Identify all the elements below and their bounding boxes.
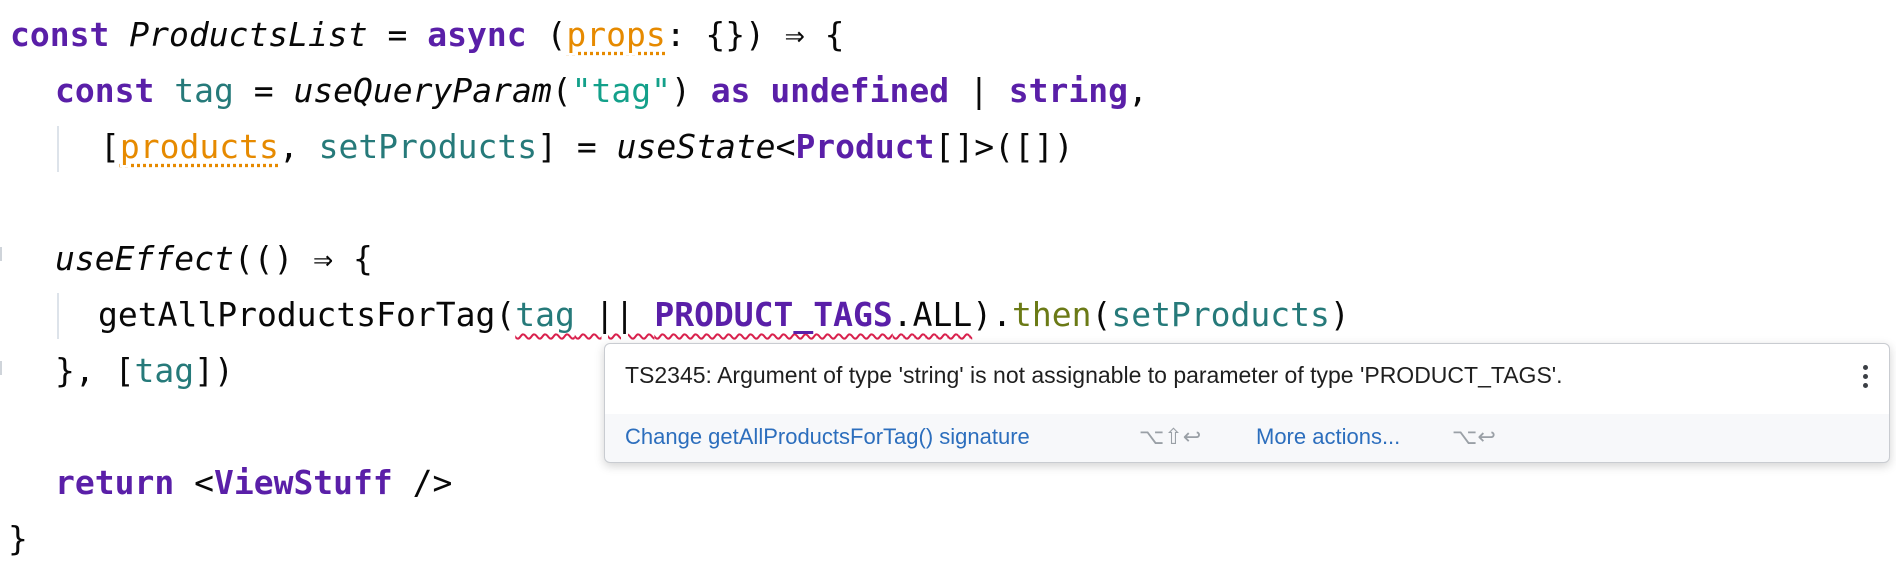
comma: , xyxy=(1127,71,1148,110)
method-then[interactable]: then xyxy=(1012,295,1091,334)
code-line-10[interactable]: } xyxy=(8,517,28,561)
code-line-7[interactable]: }, [tag]) xyxy=(55,349,234,393)
bracket: [ xyxy=(100,127,120,166)
paren: ( xyxy=(526,15,567,54)
paren: ) xyxy=(670,71,711,110)
fn-use-state[interactable]: useState xyxy=(617,127,776,166)
code-line-9[interactable]: return <ViewStuff /> xyxy=(55,461,452,505)
paren: ( xyxy=(1091,295,1112,334)
string-literal: "tag" xyxy=(571,71,671,110)
more-actions-link[interactable]: More actions... xyxy=(1256,424,1400,450)
fn-use-query-param[interactable]: useQueryParam xyxy=(293,71,551,110)
var-tag[interactable]: tag xyxy=(174,71,234,110)
paren: ( xyxy=(551,71,572,110)
component-name: ProductsList xyxy=(129,15,368,54)
enum-product-tags[interactable]: PRODUCT_TAGS xyxy=(654,295,892,334)
keyword-const: const xyxy=(55,71,155,110)
keyword-undefined: undefined xyxy=(770,71,950,110)
jsx-open: < xyxy=(174,463,214,502)
operator-or: || xyxy=(574,295,655,334)
paren: ). xyxy=(972,295,1012,334)
param-props[interactable]: props xyxy=(566,15,665,54)
code-line-1[interactable]: const ProductsList = async (props: {}) ⇒… xyxy=(10,13,845,57)
var-set-products[interactable]: setProducts xyxy=(319,127,538,166)
component-view-stuff[interactable]: ViewStuff xyxy=(214,463,393,502)
operator-pipe: | xyxy=(949,71,1009,110)
enum-member-all[interactable]: .ALL xyxy=(893,295,972,334)
error-tooltip[interactable]: TS2345: Argument of type 'string' is not… xyxy=(604,343,1890,463)
operator: = xyxy=(367,15,428,54)
code-line-3[interactable]: [products, setProducts] = useState<Produ… xyxy=(100,125,1074,169)
code-line-5[interactable]: useEffect(() ⇒ { xyxy=(55,237,373,281)
more-actions-shortcut: ⌥↩ xyxy=(1452,424,1496,449)
arrow-fn: (() ⇒ { xyxy=(233,239,373,278)
jsx-close: /> xyxy=(392,463,453,502)
keyword-as: as xyxy=(710,71,751,110)
paren: ( xyxy=(495,295,516,334)
generic-open: < xyxy=(775,127,796,166)
var-tag[interactable]: tag xyxy=(134,351,194,390)
keyword-string: string xyxy=(1008,71,1128,110)
deps-close: ]) xyxy=(194,351,234,390)
code-editor[interactable]: const ProductsList = async (props: {}) ⇒… xyxy=(0,0,1896,574)
indent-guide xyxy=(57,293,59,339)
generic-rest: []>([]) xyxy=(934,127,1074,166)
signature-rest: : {}) ⇒ { xyxy=(665,15,845,54)
operator: ] = xyxy=(537,127,617,166)
keyword-return: return xyxy=(55,463,175,502)
fold-marker[interactable] xyxy=(0,247,8,261)
error-message: TS2345: Argument of type 'string' is not… xyxy=(625,362,1563,388)
quick-actions: Change getAllProductsForTag() signature … xyxy=(605,414,1889,462)
change-signature-shortcut: ⌥⇧↩ xyxy=(1139,424,1202,449)
keyword-const: const xyxy=(10,15,110,54)
fn-get-all-products-for-tag[interactable]: getAllProductsForTag xyxy=(98,295,495,334)
var-set-products[interactable]: setProducts xyxy=(1111,295,1330,334)
deps-open: }, [ xyxy=(55,351,135,390)
closing-brace: } xyxy=(8,519,28,558)
code-line-2[interactable]: const tag = useQueryParam("tag") as unde… xyxy=(55,69,1148,113)
var-products[interactable]: products xyxy=(120,127,279,166)
paren: ) xyxy=(1329,295,1350,334)
error-message-area: TS2345: Argument of type 'string' is not… xyxy=(605,344,1889,414)
code-line-6[interactable]: getAllProductsForTag(tag || PRODUCT_TAGS… xyxy=(98,293,1350,337)
type-product[interactable]: Product xyxy=(795,127,934,166)
indent-guide xyxy=(57,126,59,172)
var-tag[interactable]: tag xyxy=(515,295,575,334)
fold-marker[interactable] xyxy=(0,361,8,375)
change-signature-action[interactable]: Change getAllProductsForTag() signature xyxy=(625,424,1030,450)
keyword-async: async xyxy=(427,15,527,54)
fn-use-effect[interactable]: useEffect xyxy=(55,239,234,278)
comma: , xyxy=(278,127,319,166)
more-options-icon[interactable] xyxy=(1859,362,1871,394)
operator: = xyxy=(233,71,294,110)
